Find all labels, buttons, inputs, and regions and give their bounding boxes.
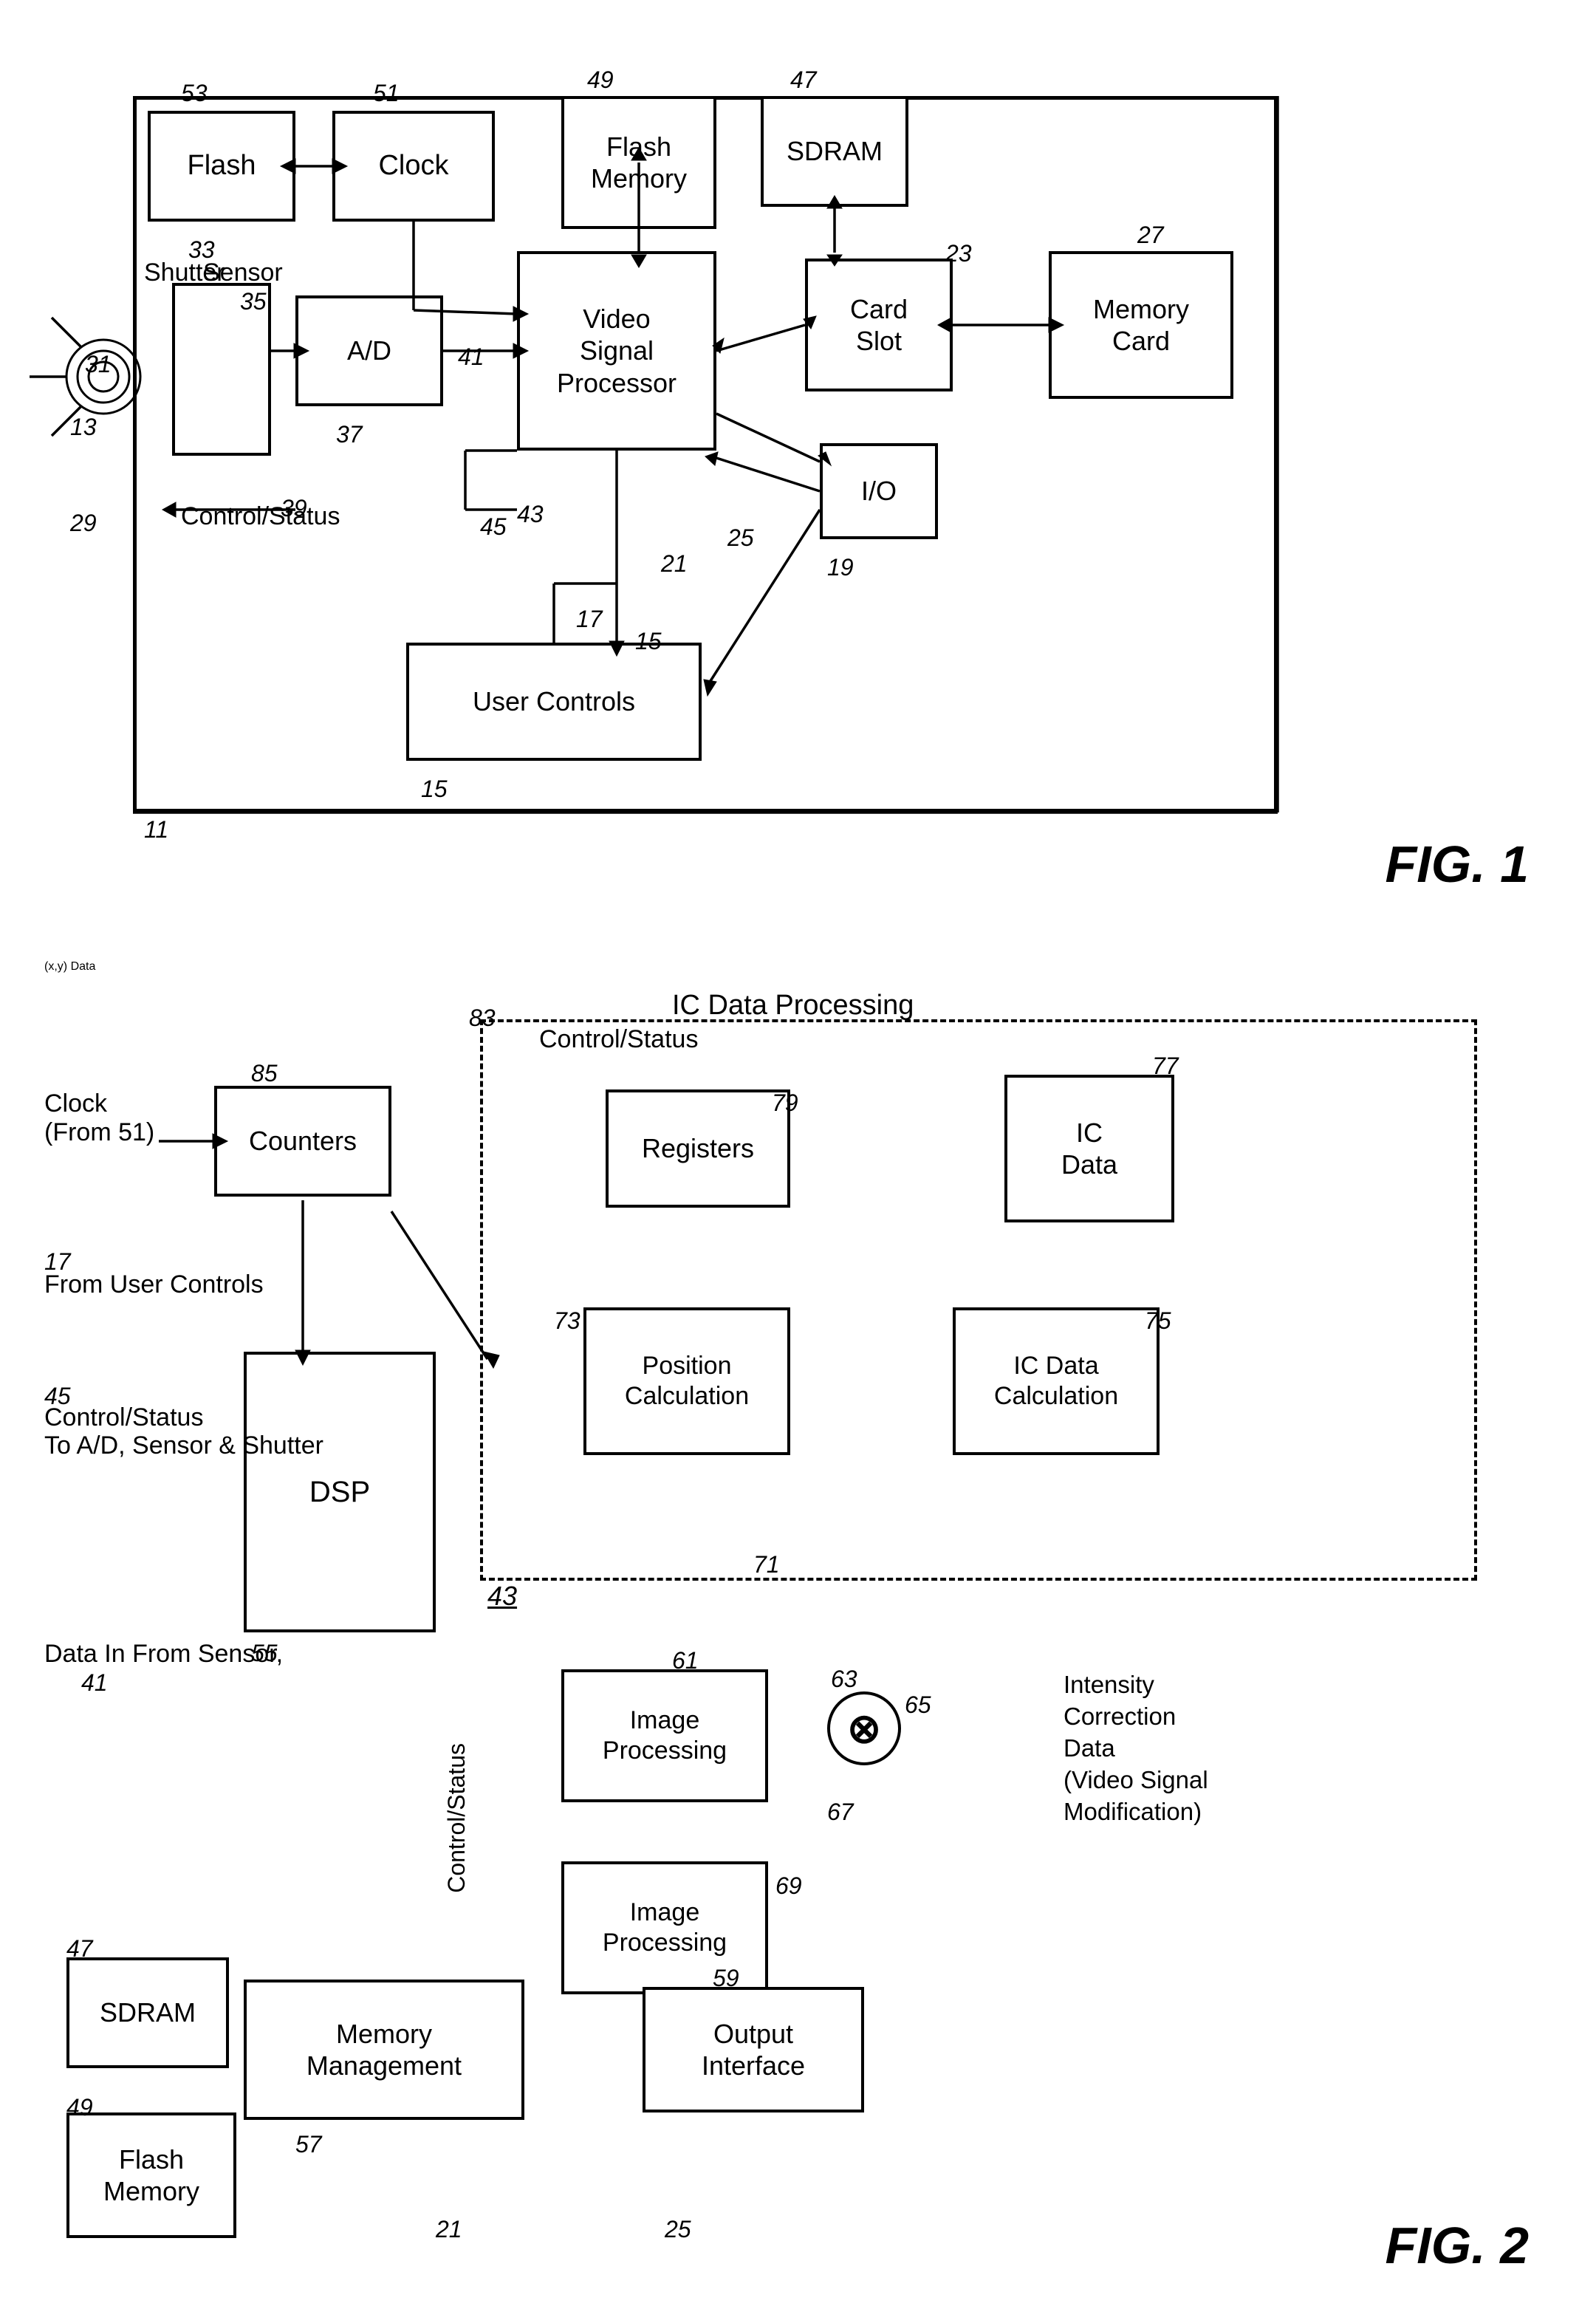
ad-box: A/D — [295, 295, 443, 406]
clock-from51-label: Clock (From 51) — [44, 1089, 154, 1147]
ref2-69: 69 — [775, 1872, 802, 1900]
flash-box: Flash — [148, 111, 295, 222]
ref2-21: 21 — [436, 2216, 462, 2243]
to-ad-label: To A/D, Sensor & Shutter — [44, 1431, 323, 1460]
control-status-vert: Control/Status — [443, 1743, 470, 1893]
ref-43: 43 — [517, 501, 544, 528]
ref-15-uc: 15 — [421, 776, 448, 803]
fig1-label: FIG. 1 — [1386, 835, 1529, 894]
ref2-61: 61 — [672, 1647, 699, 1674]
from-user-controls-label: From User Controls — [44, 1270, 264, 1299]
ref-23: 23 — [945, 240, 972, 267]
sensor-label: Sensor — [203, 259, 283, 287]
ref2-77: 77 — [1152, 1053, 1179, 1080]
ref-53: 53 — [181, 80, 208, 107]
ref-39: 39 — [281, 495, 307, 522]
ref2-49: 49 — [66, 2094, 93, 2121]
ref-13: 13 — [70, 414, 97, 441]
ref2-75: 75 — [1145, 1307, 1171, 1335]
ref2-45: 45 — [44, 1383, 71, 1410]
ic-data-processing-label: IC Data Processing — [672, 990, 914, 1022]
position-calc-box: Position Calculation — [583, 1307, 790, 1455]
ref-47: 47 — [790, 66, 817, 94]
flash-memory2-box: Flash Memory — [66, 2112, 236, 2238]
ref-45: 45 — [480, 513, 507, 541]
ref2-67: 67 — [827, 1799, 854, 1826]
ref2-73: 73 — [554, 1307, 580, 1335]
sdram-box: SDRAM — [761, 96, 908, 207]
counters-box: Counters — [214, 1086, 391, 1197]
ref-51: 51 — [373, 80, 400, 107]
output-interface-box: Output Interface — [643, 1987, 864, 2112]
data-in-sensor-label: Data In From Sensor, — [44, 1640, 283, 1669]
ref-25: 25 — [727, 524, 754, 552]
ic-data-calc-box: IC Data Calculation — [953, 1307, 1160, 1455]
ref-15: 15 — [635, 628, 662, 655]
ref2-83: 83 — [469, 1005, 496, 1032]
multiply-circle: ⊗ — [827, 1691, 901, 1765]
sdram2-box: SDRAM — [66, 1957, 229, 2068]
fig1-diagram: Flash 53 Clock 51 Flash Memory 49 SDRAM … — [44, 22, 1558, 909]
image-processing-1-box: Image Processing — [561, 1669, 768, 1802]
vsp-box: Video Signal Processor — [517, 251, 716, 451]
ref2-65: 65 — [905, 1691, 931, 1719]
ref2-41: 41 — [81, 1669, 108, 1697]
page: Flash 53 Clock 51 Flash Memory 49 SDRAM … — [0, 0, 1596, 2323]
control-status-top: Control/Status — [539, 1025, 698, 1054]
clock-box: Clock — [332, 111, 495, 222]
ref-35: 35 — [240, 288, 267, 315]
ic-data-box: IC Data — [1004, 1075, 1174, 1222]
ref2-63: 63 — [831, 1666, 857, 1693]
ref-31: 31 — [85, 351, 112, 378]
fig2-diagram: IC Data Processing Control/Status Regist… — [44, 960, 1558, 2290]
registers-box: Registers — [606, 1089, 790, 1208]
ref-27: 27 — [1137, 222, 1164, 249]
ref-29: 29 — [70, 510, 97, 537]
ref-37: 37 — [336, 421, 363, 448]
ref-41: 41 — [458, 343, 484, 371]
ref-21: 21 — [661, 550, 688, 578]
ref-11: 11 — [144, 816, 168, 844]
ref-17: 17 — [576, 606, 603, 633]
ref2-43: 43 — [487, 1581, 517, 1612]
fig2-label: FIG. 2 — [1386, 2216, 1529, 2275]
control-status-label: Control/Status — [181, 502, 340, 531]
dsp-box: DSP — [244, 1352, 436, 1632]
card-slot-box: Card Slot — [805, 259, 953, 391]
intensity-correction-label: Intensity Correction Data (Video Signal … — [1064, 1669, 1208, 1827]
ref2-47: 47 — [66, 1935, 93, 1963]
ref2-85: 85 — [251, 1060, 278, 1087]
io-box: I/O — [820, 443, 938, 539]
memory-card-box: Memory Card — [1049, 251, 1233, 399]
memory-management-box: Memory Management — [244, 1980, 524, 2120]
ref2-71: 71 — [753, 1551, 780, 1578]
ref-19: 19 — [827, 554, 854, 581]
user-controls-box: User Controls — [406, 643, 702, 761]
ref2-59: 59 — [713, 1965, 739, 1992]
ref2-57: 57 — [295, 2131, 322, 2158]
flash-memory-box: Flash Memory — [561, 96, 716, 229]
ref-49: 49 — [587, 66, 614, 94]
ref2-79: 79 — [772, 1089, 798, 1117]
ref2-25: 25 — [665, 2216, 691, 2243]
ref2-17: 17 — [44, 1248, 71, 1276]
